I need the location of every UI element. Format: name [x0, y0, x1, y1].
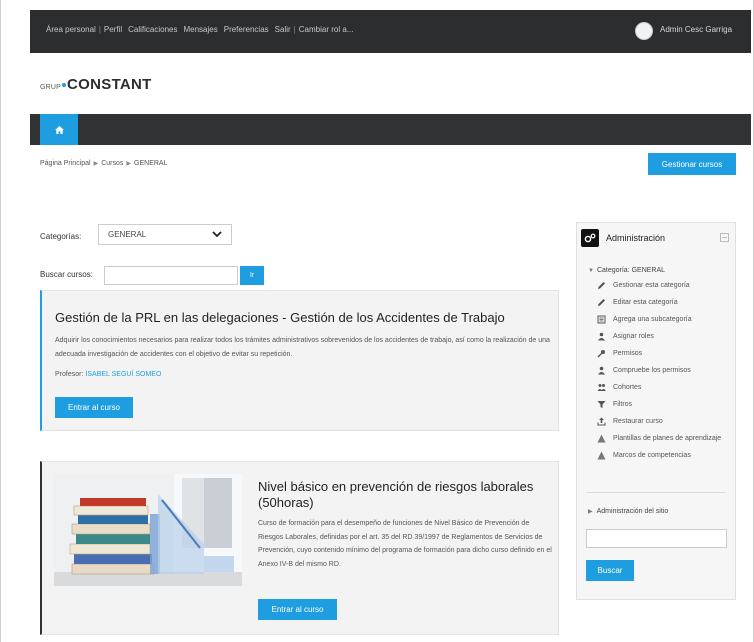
users-icon — [597, 384, 606, 391]
admin-item-asignar-roles[interactable]: Asignar roles — [597, 331, 733, 342]
nav-link-calificaciones[interactable]: Calificaciones — [128, 25, 177, 34]
admin-item-plantillas[interactable]: Plantillas de planes de aprendizaje — [597, 433, 733, 444]
breadcrumb-arrow-icon: ▶ — [93, 161, 99, 167]
admin-item-label: Filtros — [613, 401, 633, 408]
admin-item-restaurar-curso[interactable]: Restaurar curso — [597, 416, 733, 427]
admin-item-filtros[interactable]: Filtros — [597, 399, 733, 410]
settings-icon — [581, 229, 599, 247]
caret-right-icon: ▶ — [588, 509, 593, 515]
divider — [587, 492, 725, 493]
categories-select[interactable]: GENERAL — [98, 224, 232, 245]
admin-category-node[interactable]: ▼ Categoría: GENERAL — [588, 267, 665, 274]
filter-icon — [597, 401, 606, 408]
site-logo[interactable]: GRUP CONSTANT — [40, 76, 152, 93]
admin-item-label: Restaurar curso — [613, 418, 663, 425]
admin-item-label: Cohortes — [613, 384, 642, 391]
user-menu-links: Área personal | Perfil Calificaciones Mensaj… — [46, 25, 353, 34]
user-check-icon — [598, 366, 605, 375]
nav-link-mensajes[interactable]: Mensajes — [183, 25, 217, 34]
admin-item-label: Compruebe los permisos — [613, 367, 691, 374]
admin-item-cohortes[interactable]: Cohortes — [597, 382, 733, 393]
breadcrumb-home[interactable]: Página Principal — [40, 160, 91, 167]
admin-item-label: Asignar roles — [613, 333, 654, 340]
admin-category-label: Categoría: GENERAL — [596, 267, 666, 274]
course-search-button[interactable]: Ir — [240, 266, 264, 285]
admin-item-compruebe-permisos[interactable]: Compruebe los permisos — [597, 365, 733, 376]
pencil-icon — [598, 299, 605, 306]
administration-title: Administración — [606, 233, 666, 243]
nav-link-area-personal[interactable]: Área personal — [46, 25, 96, 34]
add-subcategory-icon — [597, 315, 606, 324]
admin-item-gestionar-categoria[interactable]: Gestionar esta categoría — [597, 280, 733, 291]
admin-item-label: Editar esta categoría — [613, 299, 678, 306]
admin-search-button[interactable]: Buscar — [586, 560, 634, 581]
breadcrumb-arrow-icon: ▶ — [126, 161, 132, 167]
categories-label: Categorías: — [40, 232, 82, 241]
nav-link-cambiar-rol[interactable]: Cambiar rol a... — [299, 25, 354, 34]
user-icon — [598, 332, 605, 341]
admin-item-label: Marcos de competencias — [613, 452, 691, 459]
breadcrumb: Página Principal ▶ Cursos ▶ GENERAL — [40, 160, 168, 167]
admin-item-agrega-subcategoria[interactable]: Agrega una subcategoría — [597, 314, 733, 325]
course-search-input[interactable] — [104, 266, 238, 285]
admin-item-marcos-competencias[interactable]: Marcos de competencias — [597, 450, 733, 461]
upload-icon — [597, 417, 606, 426]
pencil-icon — [598, 282, 605, 289]
course-card: Gestión de la PRL en las delegaciones - … — [40, 290, 559, 431]
main-navbar — [30, 114, 751, 145]
administration-header: Administración — [577, 223, 735, 253]
admin-item-label: Agrega una subcategoría — [613, 316, 692, 323]
left-border — [0, 0, 1, 642]
enter-course-button[interactable]: Entrar al curso — [258, 599, 337, 620]
site-administration-label: Administración del sitio — [596, 508, 669, 515]
admin-search-input[interactable] — [586, 529, 727, 548]
nav-link-salir[interactable]: Salir — [275, 25, 291, 34]
warning-icon — [597, 434, 606, 443]
teacher-name-link[interactable]: ISABEL SEGUÍ SOMEO — [85, 371, 161, 378]
top-navbar: Área personal | Perfil Calificaciones Mensaj… — [30, 10, 751, 53]
logo-prefix: GRUP — [40, 84, 62, 91]
admin-item-permisos[interactable]: Permisos — [597, 348, 733, 359]
course-description: Adquirir los conocimientos necesarios pa… — [55, 337, 550, 358]
page: Área personal | Perfil Calificaciones Mensaj… — [0, 0, 754, 642]
admin-item-label: Gestionar esta categoría — [613, 282, 690, 289]
logo-name: CONSTANT — [67, 76, 152, 93]
course-card: Nivel básico en prevención de riesgos la… — [40, 461, 559, 635]
collapse-block-icon[interactable] — [720, 233, 729, 242]
home-icon — [54, 125, 64, 134]
nav-link-perfil[interactable]: Perfil — [104, 25, 122, 34]
user-name[interactable]: Admin Cesc Garriga — [660, 25, 732, 34]
admin-menu-list: Gestionar esta categoría Editar esta cat… — [597, 280, 733, 467]
home-button[interactable] — [40, 114, 78, 145]
admin-item-editar-categoria[interactable]: Editar esta categoría — [597, 297, 733, 308]
administration-block: Administración ▼ Categoría: GENERAL Gesti… — [576, 222, 736, 600]
teacher-label: Profesor: — [55, 371, 84, 378]
categories-selected-value: GENERAL — [108, 230, 147, 239]
breadcrumb-general[interactable]: GENERAL — [134, 160, 167, 167]
course-title[interactable]: Gestión de la PRL en las delegaciones - … — [55, 310, 555, 326]
admin-item-label: Plantillas de planes de aprendizaje — [613, 435, 722, 442]
avatar[interactable] — [635, 22, 653, 40]
manage-courses-button[interactable]: Gestionar cursos — [648, 153, 736, 175]
enter-course-button[interactable]: Entrar al curso — [55, 397, 133, 418]
course-description: Curso de formación para el desempeño de … — [258, 520, 552, 568]
warning-icon — [597, 451, 606, 460]
course-image-books[interactable] — [54, 474, 242, 586]
admin-item-label: Permisos — [613, 350, 643, 357]
nav-link-preferencias[interactable]: Preferencias — [224, 25, 269, 34]
site-administration-node[interactable]: ▶ Administración del sitio — [588, 508, 668, 515]
course-search-label: Buscar cursos: — [40, 270, 93, 279]
breadcrumb-cursos[interactable]: Cursos — [101, 160, 123, 167]
course-title[interactable]: Nivel básico en prevención de riesgos la… — [258, 479, 552, 511]
chevron-down-icon — [212, 231, 222, 238]
nav-separator: | — [98, 25, 101, 34]
nav-separator: | — [293, 25, 296, 34]
logo-dot-icon — [62, 83, 67, 87]
key-icon — [597, 350, 605, 358]
course-teacher: Profesor: ISABEL SEGUÍ SOMEO — [55, 371, 161, 378]
caret-down-icon: ▼ — [588, 268, 594, 274]
